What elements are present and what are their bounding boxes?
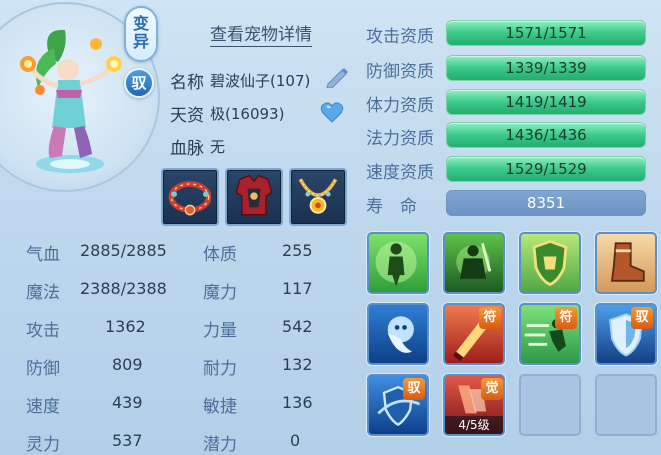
aptitude-label-speed: 速度资质 <box>366 163 434 183</box>
talent-label: 天资 <box>170 106 204 126</box>
equip-slot-necklace[interactable] <box>289 168 347 226</box>
pet-name-value: 碧波仙子(107) <box>210 72 311 90</box>
pet-figure-image[interactable] <box>10 18 130 178</box>
aptitude-bar-attack: 1571/1571 <box>446 20 646 46</box>
attr-value-constitution: 255 <box>282 241 313 260</box>
skill-slot-4[interactable] <box>595 232 657 294</box>
skill-slot-10[interactable]: 觉 4/5级 <box>443 374 505 436</box>
skill-slot-empty-1[interactable] <box>519 374 581 436</box>
skill-slot-empty-2[interactable] <box>595 374 657 436</box>
aptitude-bar-defense: 1339/1339 <box>446 55 646 81</box>
attr-label-speed: 速度 <box>26 397 60 417</box>
awaken-level-caption: 4/5级 <box>445 416 503 434</box>
skill-slot-2[interactable] <box>443 232 505 294</box>
attr-label-strength: 力量 <box>203 321 237 341</box>
bloodline-value: 无 <box>210 138 226 156</box>
skill-slot-3[interactable] <box>519 232 581 294</box>
attr-value-magic: 117 <box>282 279 313 298</box>
aptitude-bar-mana: 1436/1436 <box>446 122 646 148</box>
equip-slot-armor[interactable] <box>225 168 283 226</box>
attr-label-spirit: 灵力 <box>26 435 60 455</box>
attr-label-defense: 防御 <box>26 359 60 379</box>
aptitude-label-defense: 防御资质 <box>366 62 434 82</box>
gold-necklace-icon <box>298 178 338 214</box>
attr-value-hp: 2885/2885 <box>80 241 167 260</box>
edit-name-pencil-icon[interactable] <box>324 66 350 88</box>
heart-icon[interactable] <box>320 101 344 123</box>
view-pet-details-link[interactable]: 查看宠物详情 <box>210 20 312 47</box>
life-bar: 8351 <box>446 190 646 216</box>
tamed-badge: 驭 <box>124 68 154 98</box>
talent-value: 极(16093) <box>210 105 285 123</box>
attr-value-potential: 0 <box>290 431 301 450</box>
attr-value-defense: 809 <box>112 355 143 374</box>
attr-value-mp: 2388/2388 <box>80 279 167 298</box>
tamed-tag: 驭 <box>631 307 653 329</box>
mutation-badge-text: 变异 <box>132 14 149 51</box>
attr-value-attack: 1362 <box>105 317 146 336</box>
awaken-tag: 觉 <box>481 378 503 400</box>
attr-label-hp: 气血 <box>26 245 60 265</box>
green-warrior-icon <box>456 242 492 279</box>
aptitude-label-attack: 攻击资质 <box>366 27 434 47</box>
attr-label-potential: 潜力 <box>203 435 237 455</box>
green-aura-figure-icon <box>375 241 417 287</box>
aptitude-label-mana: 法力资质 <box>366 129 434 149</box>
red-collar-icon <box>168 181 212 216</box>
talisman-tag: 符 <box>555 307 577 329</box>
name-label: 名称 <box>170 73 204 93</box>
talisman-tag: 符 <box>479 307 501 329</box>
attr-label-magic: 魔力 <box>203 283 237 303</box>
attr-label-attack: 攻击 <box>26 321 60 341</box>
aptitude-bar-stamina: 1419/1419 <box>446 89 646 115</box>
life-label: 寿 命 <box>366 197 417 217</box>
aptitude-bar-speed: 1529/1529 <box>446 156 646 182</box>
attr-value-spirit: 537 <box>112 431 143 450</box>
skill-slot-1[interactable] <box>367 232 429 294</box>
red-armor-icon <box>235 174 273 216</box>
skill-slot-6[interactable]: 符 <box>443 303 505 365</box>
attr-value-speed: 439 <box>112 393 143 412</box>
attr-value-agility: 136 <box>282 393 313 412</box>
equip-slot-collar[interactable] <box>161 168 219 226</box>
attr-label-agility: 敏捷 <box>203 397 237 417</box>
tamed-tag: 驭 <box>403 378 425 400</box>
skill-slot-9[interactable]: 驭 <box>367 374 429 436</box>
attr-label-endurance: 耐力 <box>203 359 237 379</box>
mutation-badge: 变异 <box>124 6 158 62</box>
bloodline-label: 血脉 <box>170 139 204 159</box>
skill-slot-5[interactable] <box>367 303 429 365</box>
attr-value-strength: 542 <box>282 317 313 336</box>
attr-label-mp: 魔法 <box>26 283 60 303</box>
green-shield-icon <box>532 239 568 287</box>
blue-spirit-icon <box>387 316 414 353</box>
attr-value-endurance: 132 <box>282 355 313 374</box>
skill-slot-7[interactable]: 符 <box>519 303 581 365</box>
aptitude-label-stamina: 体力资质 <box>366 96 434 116</box>
attr-label-constitution: 体质 <box>203 245 237 265</box>
skill-slot-8[interactable]: 驭 <box>595 303 657 365</box>
boot-icon <box>610 242 645 282</box>
